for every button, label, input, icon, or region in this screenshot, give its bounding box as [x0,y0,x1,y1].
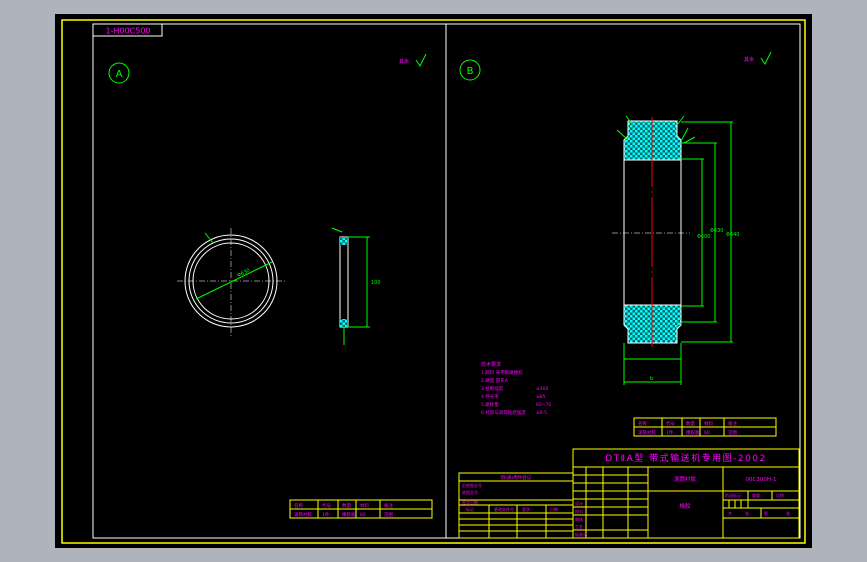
small-table-cell: 见图 [728,430,737,436]
signoff-label: 设计 [575,500,583,506]
small-table-cell: 橡胶板 [686,429,700,436]
dim-outer-diameter: Φ640 [726,232,739,238]
stage-label: 阶段标记 [725,492,741,498]
view-label-b: B [467,66,474,77]
roughness-note-right: 其余 [744,56,754,63]
tech-req-line: 6.衬胶与滚筒粘结强度 [481,409,526,416]
small-table-cell: 备注 [384,502,393,509]
change-table-col: 日期 [550,506,558,512]
tech-req-value: 60~70 [536,402,551,408]
small-table-cell: 橡胶板 [342,511,356,518]
change-table-row: 旧底图总号 [462,482,482,488]
small-table-cell: 1件 [322,511,330,518]
series-title: DTⅡA型 带式输送机专用图-2002 [605,452,767,464]
tech-req-line: 2.硬度 邵氏A [481,377,509,384]
sheet-count-a: 张 [745,510,749,516]
tech-req-line: 4.伸长率 [481,393,499,400]
tech-req-line: 5.磨耗量 [481,401,499,408]
weight-label: 重量 [752,492,760,498]
small-table-cell: 代号 [666,420,675,427]
dim-mid-diameter: Φ630 [710,228,723,234]
drawing-code: 00C300H-1 [746,477,777,483]
change-table-col: 标记 [466,506,474,512]
material: 橡胶 [679,502,691,510]
change-table-row: 签字日期 [462,499,478,505]
dim-ring-height: 100 [371,280,381,286]
sheet-no: 第 [764,510,768,516]
small-table-cell: 备注 [728,420,737,427]
signoff-label: 工艺 [575,524,583,529]
signoff-label: 审核 [575,516,583,522]
small-table-cell: 见图 [384,512,393,518]
dim-inner-diameter: Φ500 [697,234,710,240]
cad-drawing-viewport[interactable]: 1-H00C500 A B 其余 其余 Φ630 100 Φ500 Φ630 Φ… [0,0,867,562]
small-table-cell: 滚筒衬胶 [638,429,656,436]
small-table-cell: 60 [704,430,710,436]
small-table-cell: 材料 [360,502,369,509]
tech-req-value: ≥300 [536,386,548,392]
change-table-col: 更改文件号 [494,506,514,512]
small-table-cell: 代号 [322,502,331,509]
change-table-header: 借(通)用件登记 [501,474,532,481]
small-table-cell: 数量 [342,502,351,509]
sheet-count-b: 张 [786,510,790,516]
small-table-cell: 名称 [294,502,303,509]
dim-width: b [650,376,653,382]
drawing-number: 1-H00C500 [105,27,150,36]
small-table-cell: 1件 [666,429,674,436]
tech-req-value: ≥85 [536,394,546,400]
small-table-cell: 数量 [686,420,695,427]
small-table-cell: 滚筒衬胶 [294,511,312,518]
small-table-cell: 名称 [638,420,647,427]
change-table-col: 签字 [522,506,530,512]
tech-req-title: 技术要求 [481,361,501,368]
small-table-cell: 60 [360,512,366,518]
tech-req-value: ≥0.5 [536,410,547,416]
change-table-row: 底图总号 [462,489,478,495]
signoff-label: 标准化 [575,531,587,537]
sheet-total: 共 [728,510,732,516]
tech-req-line: 1.胶料 采用耐磨橡胶 [481,369,523,376]
tech-req-line: 3.扯断强度 [481,385,504,392]
roughness-note-left: 其余 [399,58,409,65]
part-name: 滚筒衬胶 [674,475,697,483]
drawing-area [55,14,812,548]
view-label-a: A [116,69,123,80]
scale-label: 比例 [776,492,784,498]
small-table-cell: 材料 [704,420,713,427]
signoff-label: 校对 [575,508,583,514]
